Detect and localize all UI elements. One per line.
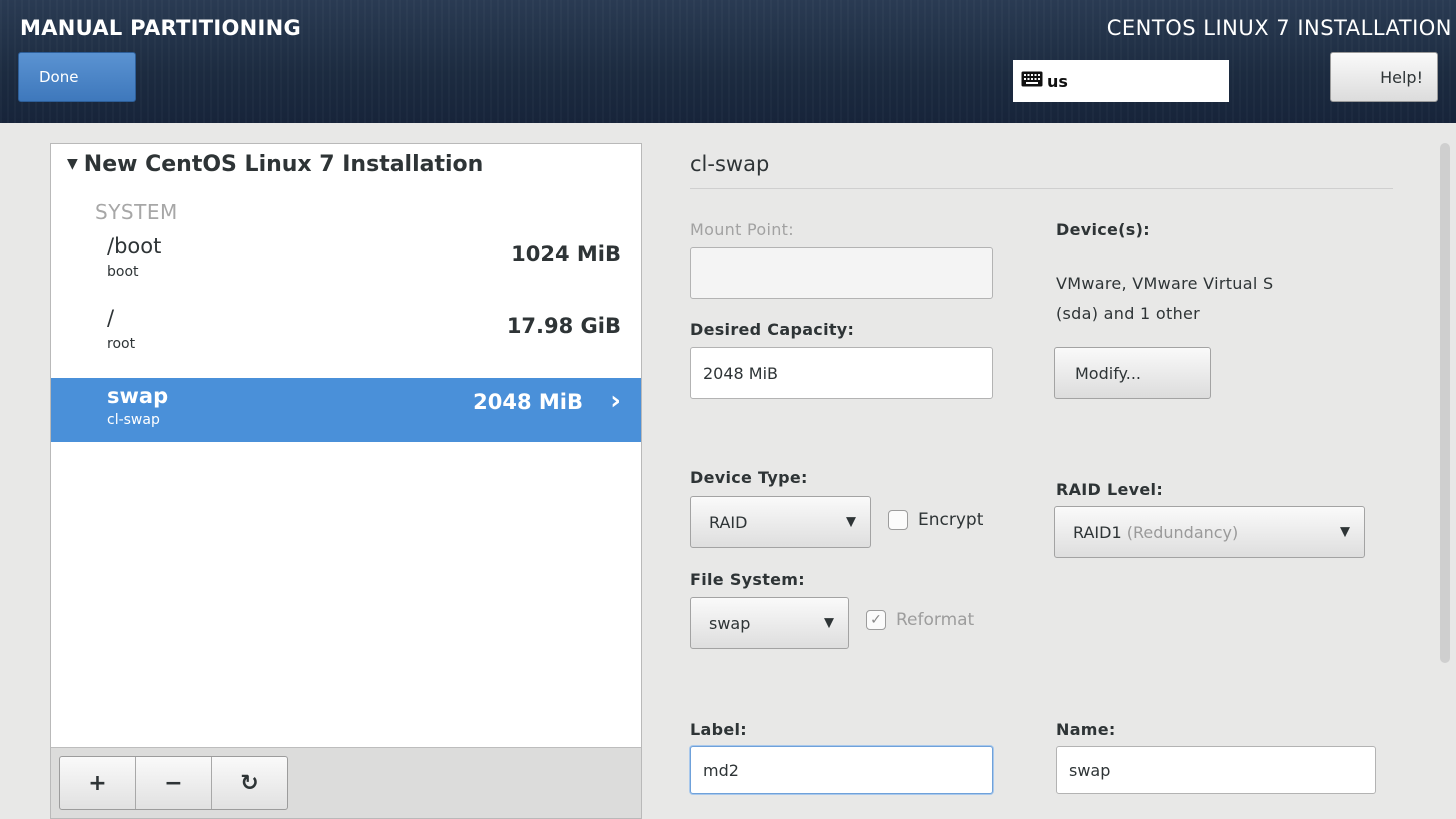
raid-level-value: RAID1 bbox=[1073, 522, 1122, 542]
checkmark-icon: ✓ bbox=[866, 610, 886, 630]
partition-sublabel: root bbox=[107, 336, 136, 352]
partition-list-panel: ▼ New CentOS Linux 7 Installation SYSTEM … bbox=[50, 143, 642, 819]
partition-mount: / bbox=[107, 306, 115, 330]
partition-sublabel: cl-swap bbox=[107, 412, 160, 428]
reformat-label: Reformat bbox=[896, 610, 975, 630]
page-title: MANUAL PARTITIONING bbox=[20, 16, 302, 40]
encrypt-checkbox[interactable]: Encrypt bbox=[888, 510, 983, 530]
installation-tree-label: New CentOS Linux 7 Installation bbox=[83, 152, 484, 177]
refresh-icon: ↻ bbox=[240, 770, 259, 796]
remove-partition-button[interactable]: − bbox=[136, 757, 212, 809]
file-system-value: swap bbox=[709, 613, 751, 633]
partition-item-swap[interactable]: swap cl-swap 2048 MiB › bbox=[51, 378, 641, 442]
partition-mount: swap bbox=[107, 384, 169, 408]
partition-sublabel: boot bbox=[107, 264, 139, 280]
dropdown-arrow-icon: ▼ bbox=[846, 514, 856, 530]
installation-tree-header[interactable]: ▼ New CentOS Linux 7 Installation bbox=[67, 152, 483, 177]
dropdown-arrow-icon: ▼ bbox=[824, 615, 834, 631]
device-type-label: Device Type: bbox=[690, 468, 808, 487]
file-system-select[interactable]: swap ▼ bbox=[690, 597, 849, 649]
partition-toolbar: + − ↻ bbox=[51, 747, 641, 818]
add-partition-button[interactable]: + bbox=[60, 757, 136, 809]
encrypt-label: Encrypt bbox=[918, 510, 984, 530]
done-button[interactable]: Done bbox=[18, 52, 136, 102]
detail-divider bbox=[690, 188, 1393, 189]
mount-point-label: Mount Point: bbox=[690, 220, 794, 239]
name-input[interactable]: swap bbox=[1056, 746, 1376, 794]
file-system-label: File System: bbox=[690, 570, 805, 589]
partition-size: 1024 MiB bbox=[511, 242, 621, 266]
raid-level-label: RAID Level: bbox=[1056, 480, 1164, 499]
partition-size: 2048 MiB bbox=[473, 390, 583, 414]
partition-detail-title: cl-swap bbox=[690, 152, 770, 176]
section-system-label: SYSTEM bbox=[95, 200, 178, 224]
partition-size: 17.98 GiB bbox=[506, 314, 621, 338]
devices-description-line2: (sda) and 1 other bbox=[1056, 304, 1201, 323]
keyboard-layout-label: us bbox=[1047, 71, 1068, 91]
reformat-checkbox[interactable]: ✓ Reformat bbox=[866, 610, 974, 630]
refresh-button[interactable]: ↻ bbox=[212, 757, 287, 809]
dropdown-arrow-icon: ▼ bbox=[1340, 524, 1350, 540]
desired-capacity-label: Desired Capacity: bbox=[690, 320, 855, 339]
partition-item-boot[interactable]: /boot boot 1024 MiB bbox=[51, 230, 641, 294]
keyboard-layout-indicator[interactable]: us bbox=[1013, 60, 1229, 102]
mount-point-input[interactable] bbox=[690, 247, 993, 299]
device-type-value: RAID bbox=[709, 512, 748, 532]
device-type-select[interactable]: RAID ▼ bbox=[690, 496, 871, 548]
vertical-scrollbar[interactable] bbox=[1440, 143, 1450, 663]
keyboard-icon bbox=[1021, 71, 1043, 91]
chevron-right-icon: › bbox=[610, 386, 621, 416]
label-input[interactable]: md2 bbox=[690, 746, 993, 794]
devices-label: Device(s): bbox=[1056, 220, 1150, 239]
header-bar: MANUAL PARTITIONING CENTOS LINUX 7 INSTA… bbox=[0, 0, 1456, 123]
raid-level-select[interactable]: RAID1 (Redundancy) ▼ bbox=[1054, 506, 1365, 558]
triangle-down-icon: ▼ bbox=[67, 156, 78, 172]
product-title: CENTOS LINUX 7 INSTALLATION bbox=[1106, 16, 1452, 40]
label-field-label: Label: bbox=[690, 720, 747, 739]
partition-item-root[interactable]: / root 17.98 GiB bbox=[51, 302, 641, 366]
raid-level-hint: (Redundancy) bbox=[1126, 522, 1239, 542]
checkbox-icon bbox=[888, 510, 908, 530]
partition-button-group: + − ↻ bbox=[59, 756, 288, 810]
modify-devices-button[interactable]: Modify... bbox=[1054, 347, 1211, 399]
devices-description-line1: VMware, VMware Virtual S bbox=[1056, 274, 1274, 293]
name-field-label: Name: bbox=[1056, 720, 1116, 739]
help-button[interactable]: Help! bbox=[1330, 52, 1438, 102]
partition-mount: /boot bbox=[107, 234, 162, 258]
desired-capacity-input[interactable]: 2048 MiB bbox=[690, 347, 993, 399]
